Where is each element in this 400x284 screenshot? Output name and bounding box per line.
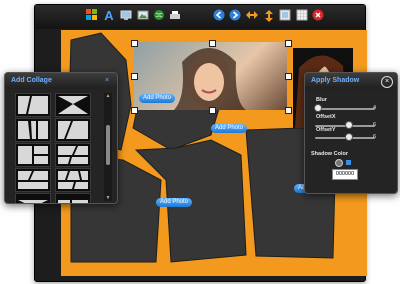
offsetx-value: 6 [373,122,377,128]
collage-template[interactable] [55,193,91,203]
collage-template[interactable] [55,143,91,167]
scanner-icon[interactable] [168,9,182,23]
text-tool-icon[interactable]: A [102,9,116,23]
resize-handle[interactable] [131,107,138,114]
windows-icon[interactable] [85,9,99,23]
picture-icon[interactable] [136,9,150,23]
scroll-up-arrow[interactable]: ▲ [104,93,112,99]
frame-icon[interactable] [278,9,292,23]
offsetx-label: OffsetX [316,114,336,120]
offsety-slider-thumb[interactable] [345,133,353,141]
collage-template[interactable] [15,118,51,142]
resize-handle[interactable] [285,107,292,114]
collage-scrollbar[interactable]: ▲ ▼ [104,93,112,201]
offsetx-slider-thumb[interactable] [345,121,353,129]
grid-icon[interactable] [295,9,309,23]
collage-template[interactable] [55,93,91,117]
blur-slider-thumb[interactable] [314,104,322,112]
add-photo-button[interactable]: Add Photo [156,198,193,207]
horizontal-flip-icon[interactable] [245,9,259,23]
blur-label: Blur [316,97,327,103]
close-icon[interactable]: × [102,76,112,86]
resize-handle[interactable] [285,73,292,80]
apply-shadow-panel: Apply Shadow × Blur 4 OffsetX 6 OffsetY … [304,72,398,194]
collage-template[interactable] [15,93,51,117]
offsety-label: OffsetY [316,127,336,133]
scrollbar-thumb[interactable] [106,125,110,165]
collage-template[interactable] [15,168,51,192]
resize-handle[interactable] [285,40,292,47]
collage-template[interactable] [55,168,91,192]
color-picker-icon[interactable] [335,159,343,167]
arrow-right-icon[interactable] [228,9,242,23]
resize-handle[interactable] [131,73,138,80]
delete-icon[interactable] [311,9,325,23]
close-icon[interactable]: × [381,76,393,88]
collage-template[interactable] [15,193,51,203]
shadow-color-input[interactable]: 000000 [332,169,358,180]
globe-icon[interactable] [152,9,166,23]
resize-handle[interactable] [131,40,138,47]
scroll-down-arrow[interactable]: ▼ [104,195,112,201]
resize-handle[interactable] [209,107,216,114]
shadow-color-label: Shadow Color [311,151,348,157]
color-swatch[interactable] [346,160,351,165]
blur-value: 4 [373,105,377,111]
blur-slider[interactable] [315,108,375,110]
top-toolbar: A [35,5,365,29]
add-photo-button[interactable]: Add Photo [211,124,248,133]
resize-handle[interactable] [209,40,216,47]
offsety-value: 6 [373,134,377,140]
screen-icon[interactable] [119,9,133,23]
arrow-left-icon[interactable] [212,9,226,23]
collage-template[interactable] [55,118,91,142]
collage-template[interactable] [15,143,51,167]
vertical-flip-icon[interactable] [262,9,276,23]
add-collage-panel: Add Collage × ▲ ▼ [4,72,118,204]
add-collage-title: Add Collage [5,73,117,89]
add-photo-button[interactable]: Add Photo [139,94,176,103]
